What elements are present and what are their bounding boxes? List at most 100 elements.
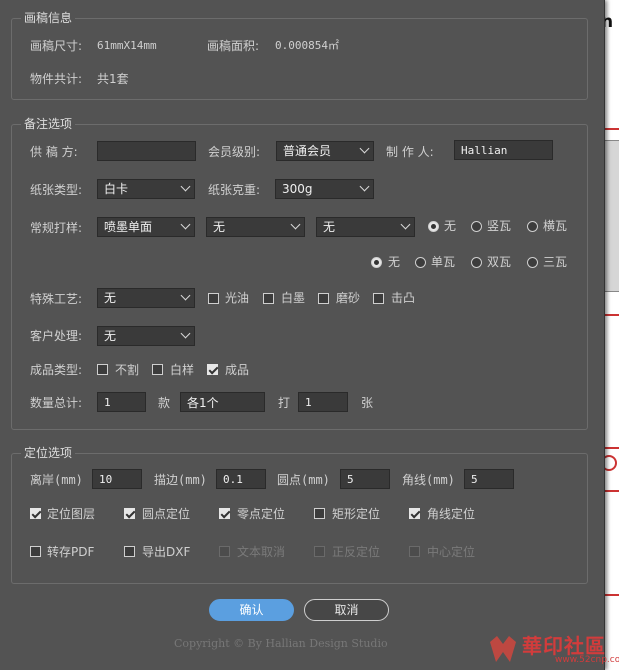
radio-triple-wave-label: 三瓦 (543, 255, 568, 269)
dot-position-checkbox[interactable] (124, 508, 135, 519)
draft-area-value: 0.000854㎡ (275, 39, 339, 52)
corner-label: 角线(mm) (402, 473, 455, 487)
paper-type-select[interactable]: 白卡 (97, 179, 195, 199)
chevron-down-icon (180, 328, 191, 339)
draft-area-label: 画稿面积: (207, 39, 260, 53)
rect-position-label: 矩形定位 (332, 507, 381, 521)
watermark-url: www.52cnp.com (555, 655, 619, 665)
cancel-text-checkbox (219, 546, 230, 557)
special-process-value: 无 (104, 291, 117, 305)
radio-triple-wave[interactable] (527, 257, 538, 268)
chevron-down-icon (290, 219, 301, 230)
paper-weight-select[interactable]: 300g (275, 179, 374, 199)
save-pdf-checkbox[interactable] (30, 546, 41, 557)
notes-legend: 备注选项 (21, 117, 76, 131)
corner-input[interactable]: 5 (464, 469, 514, 489)
no-cut-label: 不割 (115, 363, 140, 377)
print-value-2: 无 (213, 220, 226, 234)
radio-vertical-wave[interactable] (471, 221, 482, 232)
radio-none-2-label: 无 (388, 255, 401, 269)
double-side-position-label: 正反定位 (332, 545, 381, 559)
draft-size-label: 画稿尺寸: (30, 39, 83, 53)
cancel-button[interactable]: 取消 (304, 599, 389, 621)
special-process-label: 特殊工艺: (30, 292, 83, 306)
center-position-checkbox (409, 546, 420, 557)
stroke-input[interactable]: 0.1 (216, 469, 266, 489)
dot-label: 圆点(mm) (277, 473, 330, 487)
member-level-value: 普通会员 (283, 144, 332, 158)
draft-info-legend: 画稿信息 (21, 11, 76, 25)
cancel-text-label: 文本取消 (237, 545, 286, 559)
client-handling-label: 客户处理: (30, 329, 83, 343)
print-label: 常规打样: (30, 221, 83, 235)
offset-label: 离岸(mm) (30, 473, 83, 487)
kind-input[interactable]: 各1个 (180, 392, 265, 412)
supplier-input[interactable] (97, 141, 196, 161)
save-pdf-label: 转存PDF (47, 545, 95, 559)
object-count-label: 物件共计: (30, 72, 83, 86)
position-layer-checkbox[interactable] (30, 508, 41, 519)
finished-product-label: 成品 (225, 363, 250, 377)
product-type-label: 成品类型: (30, 363, 83, 377)
finished-product-checkbox[interactable] (207, 364, 218, 375)
hit-input[interactable]: 1 (298, 392, 348, 412)
radio-vertical-wave-label: 竖瓦 (487, 219, 512, 233)
radio-horizontal-wave-label: 横瓦 (543, 219, 568, 233)
draft-size-value: 61mmX14mm (97, 39, 157, 52)
chevron-down-icon (359, 143, 370, 154)
zero-position-checkbox[interactable] (219, 508, 230, 519)
paper-type-value: 白卡 (104, 182, 129, 196)
stroke-label: 描边(mm) (154, 473, 207, 487)
positioning-legend: 定位选项 (21, 446, 76, 460)
center-position-label: 中心定位 (427, 545, 476, 559)
blank-sample-label: 白样 (170, 363, 195, 377)
dot-position-label: 圆点定位 (142, 507, 191, 521)
emboss-label: 击凸 (391, 291, 416, 305)
matte-checkbox[interactable] (318, 293, 329, 304)
radio-double-wave[interactable] (471, 257, 482, 268)
member-level-select[interactable]: 普通会员 (276, 141, 374, 161)
radio-horizontal-wave[interactable] (527, 221, 538, 232)
white-ink-checkbox[interactable] (263, 293, 274, 304)
chevron-down-icon (359, 181, 370, 192)
blank-sample-checkbox[interactable] (152, 364, 163, 375)
export-dxf-checkbox[interactable] (124, 546, 135, 557)
object-count-value: 共1套 (97, 72, 129, 86)
client-handling-select[interactable]: 无 (97, 326, 195, 346)
white-ink-label: 白墨 (281, 291, 306, 305)
quantity-label: 数量总计: (30, 396, 83, 410)
confirm-button[interactable]: 确认 (209, 599, 294, 621)
dot-input[interactable]: 5 (340, 469, 390, 489)
client-handling-value: 无 (104, 329, 117, 343)
radio-none-1-label: 无 (444, 219, 457, 233)
sheet-label: 张 (361, 396, 374, 410)
position-layer-label: 定位图层 (47, 507, 96, 521)
member-level-label: 会员级别: (208, 145, 261, 159)
chevron-down-icon (400, 219, 411, 230)
varnish-checkbox[interactable] (208, 293, 219, 304)
zero-position-label: 零点定位 (237, 507, 286, 521)
rect-position-checkbox[interactable] (314, 508, 325, 519)
emboss-checkbox[interactable] (373, 293, 384, 304)
print-select-2[interactable]: 无 (206, 217, 305, 237)
print-select-3[interactable]: 无 (316, 217, 415, 237)
export-dxf-label: 导出DXF (142, 545, 191, 559)
print-value-3: 无 (323, 220, 336, 234)
print-select-1[interactable]: 喷墨单面 (97, 217, 195, 237)
paper-type-label: 纸张类型: (30, 183, 83, 197)
radio-none-1[interactable] (428, 221, 439, 232)
chevron-down-icon (180, 290, 191, 301)
offset-input[interactable]: 10 (92, 469, 142, 489)
kind-label: 款 (158, 396, 171, 410)
author-input[interactable]: Hallian (454, 140, 553, 160)
no-cut-checkbox[interactable] (97, 364, 108, 375)
corner-position-checkbox[interactable] (409, 508, 420, 519)
watermark-logo-icon (490, 636, 516, 662)
notes-group (11, 124, 588, 430)
special-process-select[interactable]: 无 (97, 288, 195, 308)
radio-single-wave[interactable] (415, 257, 426, 268)
corner-position-label: 角线定位 (427, 507, 476, 521)
quantity-input[interactable]: 1 (97, 392, 146, 412)
supplier-label: 供 稿 方: (30, 145, 78, 159)
radio-none-2[interactable] (371, 257, 382, 268)
